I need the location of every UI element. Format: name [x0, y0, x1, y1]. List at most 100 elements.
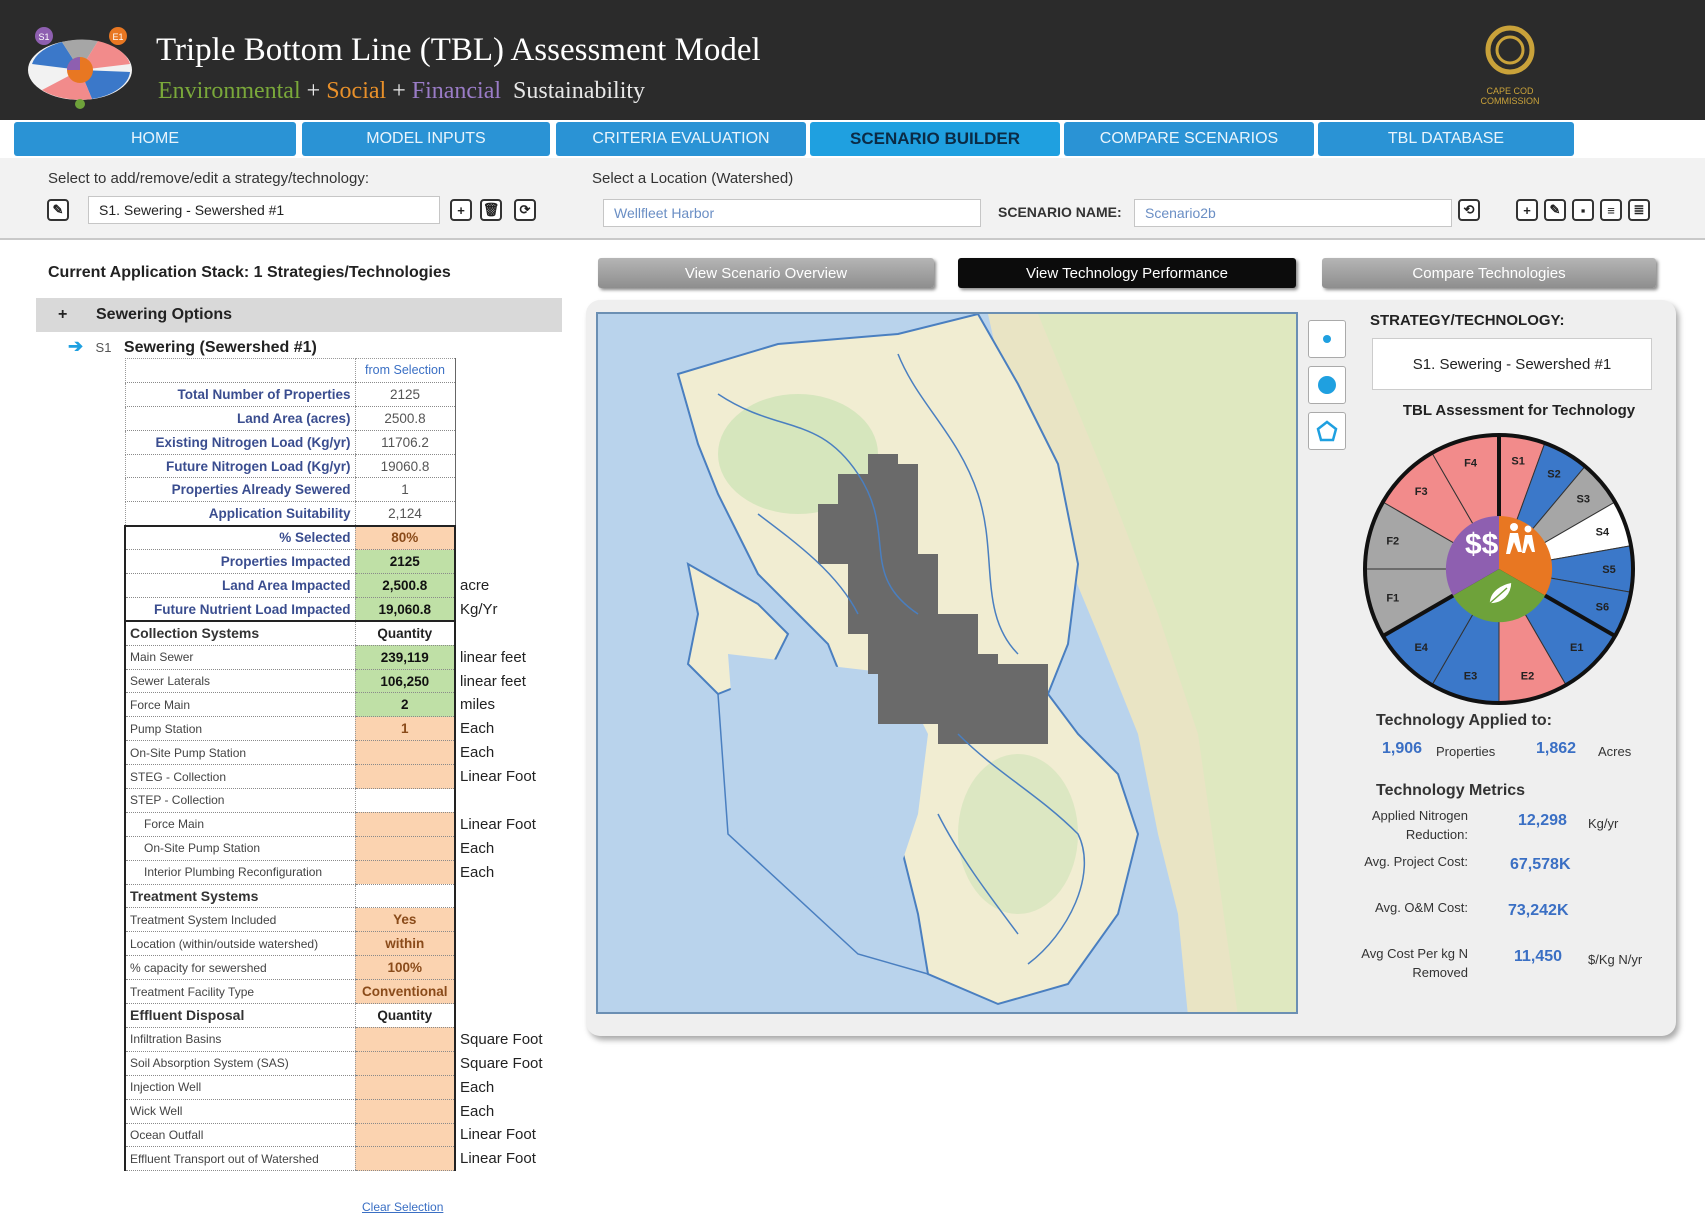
table-row[interactable]: % Selected 80% [124, 524, 555, 551]
group-label: Sewering Options [96, 306, 233, 323]
strategy-select[interactable]: S1. Sewering - Sewershed #1 [88, 196, 440, 224]
tab-home[interactable]: HOME [14, 122, 296, 156]
applied-to-title: Technology Applied to: [1376, 712, 1552, 729]
circle-select-icon[interactable] [1308, 366, 1346, 404]
table-row: Force Main 2 miles [124, 692, 555, 718]
table-row: Properties Already Sewered 1 [124, 477, 555, 503]
section-header: Effluent Disposal Quantity [124, 1003, 555, 1028]
table-row[interactable]: % capacity for sewershed 100% [124, 955, 555, 981]
tab-model-inputs[interactable]: MODEL INPUTS [302, 122, 550, 156]
financial-center-label: $$ [1465, 528, 1499, 561]
wheel-label-s6: S6 [1596, 602, 1609, 614]
table-row[interactable]: Wick Well Each [124, 1099, 555, 1124]
wheel-label-e3: E3 [1464, 670, 1477, 682]
table-row: Land Area (acres) 2500.8 [124, 406, 555, 431]
table-row[interactable]: Location (within/outside watershed) withi… [124, 931, 555, 957]
table-row[interactable]: Pump Station 1 Each [124, 716, 555, 742]
print-file-icon[interactable]: ≣ [1628, 199, 1650, 221]
wheel-label-s2: S2 [1547, 469, 1560, 481]
table-row[interactable]: Effluent Transport out of Watershed Linea… [124, 1146, 555, 1172]
table-row[interactable]: Treatment Facility Type Conventional [124, 979, 555, 1005]
expand-toggle[interactable]: + [58, 306, 88, 324]
tab-scenario-builder[interactable]: SCENARIO BUILDER [810, 122, 1060, 156]
wheel-label-f3: F3 [1415, 486, 1428, 498]
table-row[interactable]: On-Site Pump Station Each [124, 836, 555, 861]
strategy-details-table: from Selection Total Number of Propertie… [124, 358, 556, 1172]
wheel-label-e4: E4 [1414, 642, 1428, 654]
metric-unit: Kg/yr [1588, 816, 1619, 831]
table-row: Sewer Laterals 106,250 linear feet [124, 669, 555, 694]
clear-selection-link[interactable]: Clear Selection [362, 1200, 443, 1214]
wheel-label-e2: E2 [1521, 670, 1534, 682]
location-select[interactable]: Wellfleet Harbor [603, 199, 981, 227]
app-subtitle: Environmental + Social + Financial Susta… [158, 78, 645, 105]
applied-acres-label: Acres [1598, 744, 1632, 759]
tbl-assessment-wheel: S1 S2 S3 S4 S5 S6 E1 E2 E3 E4 F1 F2 F3 F4 $$ [1363, 433, 1635, 705]
subtitle-plus: + [306, 78, 321, 104]
location-select-label: Select a Location (Watershed) [592, 170, 794, 187]
table-row[interactable]: Injection Well Each [124, 1075, 555, 1100]
table-row: Total Number of Properties 2125 [124, 382, 555, 407]
metric-label: Applied Nitrogen Reduction: [1371, 808, 1468, 842]
compare-technologies-button[interactable]: Compare Technologies [1322, 258, 1656, 288]
scenario-icon[interactable]: ⟲ [1458, 199, 1480, 221]
table-row[interactable]: Interior Plumbing Reconfiguration Each [124, 860, 555, 885]
table-row: Land Area Impacted 2,500.8 acre [124, 573, 555, 598]
tab-criteria-evaluation[interactable]: CRITERIA EVALUATION [556, 122, 806, 156]
subtitle-plus: + [392, 78, 406, 104]
table-row[interactable]: Infiltration Basins Square Foot [124, 1027, 555, 1052]
arrow-right-icon: ➔ [68, 336, 84, 356]
table-row[interactable]: STEG - Collection Linear Foot [124, 764, 555, 790]
tab-compare-scenarios[interactable]: COMPARE SCENARIOS [1064, 122, 1314, 156]
tab-tbl-database[interactable]: TBL DATABASE [1318, 122, 1574, 156]
table-row[interactable]: Force Main Linear Foot [124, 812, 555, 837]
table-row[interactable]: Treatment System Included Yes [124, 907, 555, 933]
scenario-name-input[interactable]: Scenario2b [1134, 199, 1452, 227]
stack-item-s1[interactable]: ➔ S1 Sewering (Sewershed #1) [68, 336, 317, 357]
view-scenario-overview-button[interactable]: View Scenario Overview [598, 258, 934, 288]
refresh-icon[interactable]: ⟳ [514, 199, 536, 221]
wheel-label-s5: S5 [1602, 564, 1615, 576]
view-technology-performance-button[interactable]: View Technology Performance [958, 258, 1296, 288]
table-row[interactable]: Soil Absorption System (SAS) Square Foot [124, 1051, 555, 1076]
edit-icon[interactable]: ✎ [47, 199, 69, 221]
stack-item-code: S1 [95, 340, 112, 355]
wheel-label-e1: E1 [1570, 642, 1583, 654]
from-selection-header: from Selection [354, 358, 456, 383]
polygon-select-glyph [1316, 420, 1338, 442]
application-stack-title: Current Application Stack: 1 Strategies/… [48, 264, 451, 281]
delete-icon[interactable]: 🗑 [480, 199, 502, 221]
table-row: Application Suitability 2,124 [124, 501, 555, 527]
app-title: Triple Bottom Line (TBL) Assessment Mode… [156, 32, 761, 68]
wheel-label-f1: F1 [1386, 592, 1399, 604]
section-header: Collection Systems Quantity [124, 620, 555, 646]
new-file-icon[interactable]: + [1516, 199, 1538, 221]
subtitle-social: Social [326, 78, 387, 104]
point-select-icon[interactable] [1308, 320, 1346, 358]
save-file-icon[interactable]: ▪ [1572, 199, 1594, 221]
table-row[interactable]: On-Site Pump Station Each [124, 740, 555, 766]
wheel-label-f2: F2 [1386, 536, 1399, 548]
watershed-map[interactable] [596, 312, 1298, 1014]
table-row: Properties Impacted 2125 [124, 549, 555, 575]
metric-label: Avg. Project Cost: [1364, 854, 1468, 869]
metric-value: 12,298 [1518, 812, 1567, 829]
wheel-label-s3: S3 [1577, 493, 1590, 505]
polygon-select-icon[interactable] [1308, 412, 1346, 450]
strategy-technology-value: S1. Sewering - Sewershed #1 [1372, 338, 1652, 390]
wheel-label-s1: S1 [1511, 456, 1524, 468]
copy-file-icon[interactable]: ≡ [1600, 199, 1622, 221]
sewering-options-group[interactable]: + Sewering Options [36, 298, 562, 332]
add-icon[interactable]: + [450, 199, 472, 221]
subtitle-sustainability: Sustainability [513, 78, 646, 104]
subtitle-environmental: Environmental [158, 78, 301, 104]
applied-properties-label: Properties [1436, 744, 1496, 759]
edit-file-icon[interactable]: ✎ [1544, 199, 1566, 221]
metric-value: 67,578K [1510, 856, 1571, 873]
wheel-label-s4: S4 [1596, 526, 1610, 538]
percent-selected-input[interactable]: 80% [354, 524, 456, 551]
subtitle-financial: Financial [411, 78, 502, 104]
circle-select-glyph [1318, 376, 1336, 394]
table-row[interactable]: Ocean Outfall Linear Foot [124, 1123, 555, 1148]
map-canvas[interactable] [598, 314, 1298, 1014]
